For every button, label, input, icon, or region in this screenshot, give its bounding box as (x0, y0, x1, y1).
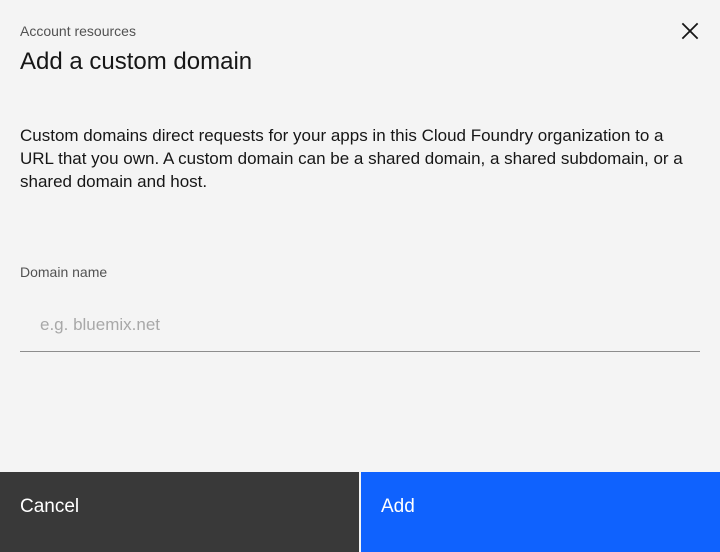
modal-label: Account resources (20, 23, 136, 39)
domain-name-field: Domain name (20, 262, 700, 352)
modal-header: Account resources Add a custom domain (20, 20, 660, 78)
domain-name-input[interactable] (20, 298, 700, 352)
add-button[interactable]: Add (361, 472, 720, 552)
close-button[interactable] (674, 15, 706, 47)
add-domain-modal: Account resources Add a custom domain Cu… (0, 0, 720, 552)
close-icon (681, 22, 699, 40)
modal-footer: Cancel Add (0, 472, 720, 552)
modal-description: Custom domains direct requests for your … (20, 126, 683, 191)
modal-title: Add a custom domain (20, 48, 253, 75)
domain-name-label: Domain name (20, 264, 108, 280)
cancel-button[interactable]: Cancel (0, 472, 359, 552)
